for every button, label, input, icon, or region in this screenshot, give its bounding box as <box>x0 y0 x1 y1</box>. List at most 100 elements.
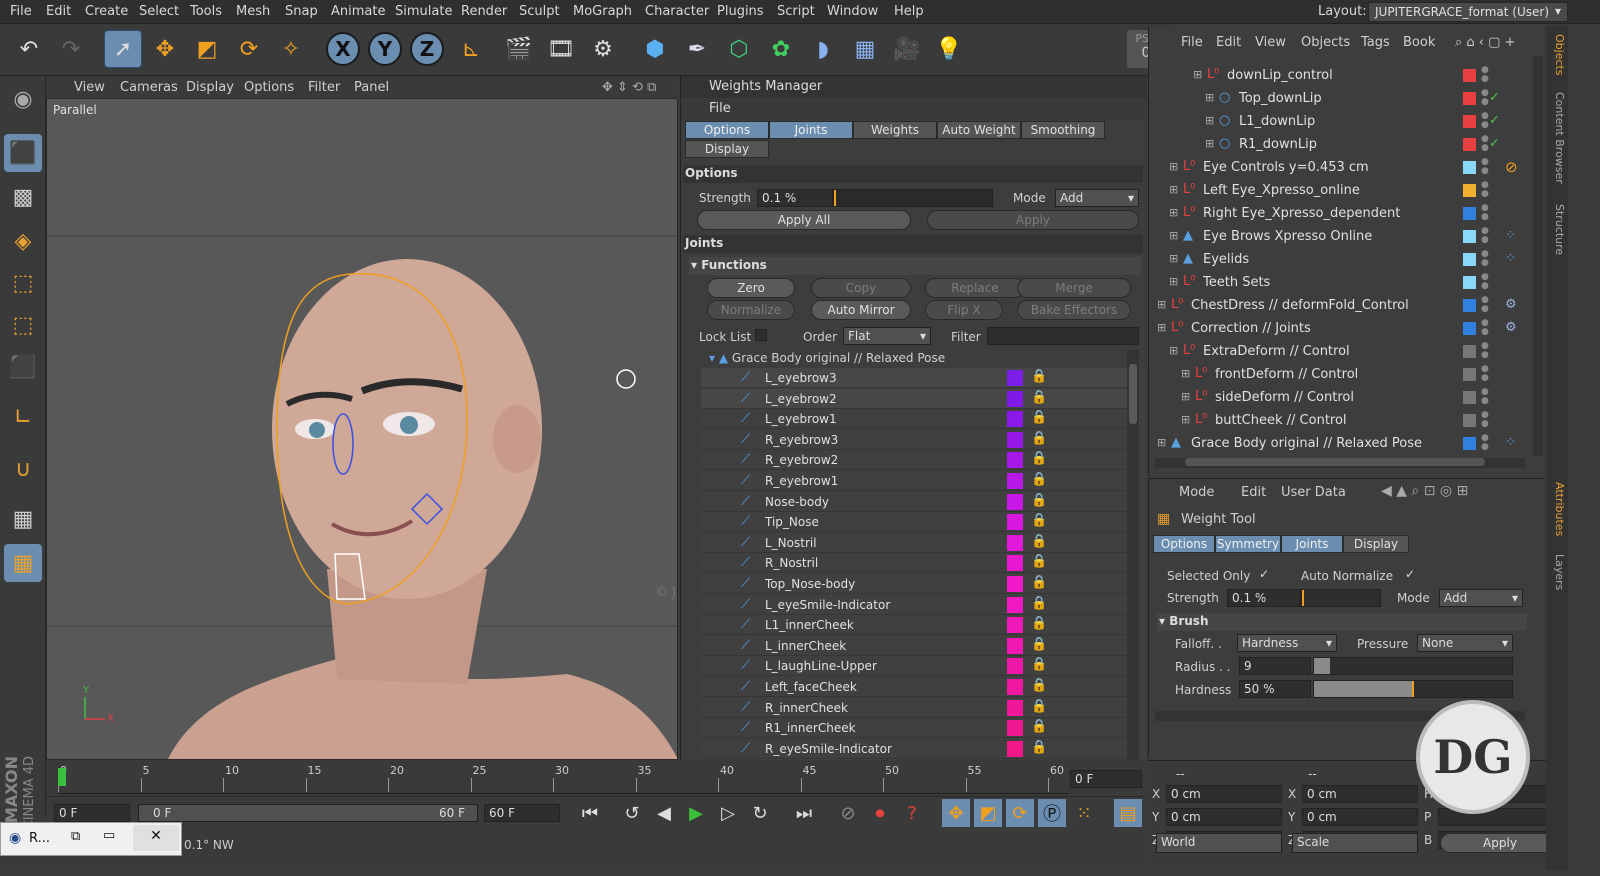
layer-color-swatch[interactable] <box>1463 391 1476 404</box>
joint-color-swatch[interactable] <box>1007 370 1023 386</box>
object-row[interactable]: ⊞ L⁰ ExtraDeform // Control ● ● <box>1149 340 1521 363</box>
layer-color-swatch[interactable] <box>1463 299 1476 312</box>
joint-row[interactable]: ⟋ R_eyebrow1 🔒 <box>701 471 1127 491</box>
axis-mode-icon[interactable]: ∟ <box>4 398 42 436</box>
am-strength-field[interactable]: 0.1 % <box>1227 589 1301 607</box>
joints-tree-root[interactable]: ▾ ▲ Grace Body original // Relaxed Pose <box>709 351 945 365</box>
object-list-scrollbar[interactable] <box>1533 56 1543 456</box>
search-icon[interactable]: ⌕ ⌂ ‹ ▢ + <box>1455 35 1515 50</box>
object-row[interactable]: ⊞ L⁰ Eye Controls y=0.453 cm ● ● ⊘ <box>1149 156 1521 179</box>
visibility-dots-icon[interactable]: ● ● <box>1481 342 1489 360</box>
menu-file[interactable]: File <box>10 4 32 19</box>
menu-help[interactable]: Help <box>894 4 924 19</box>
model-mode-icon[interactable]: ⬛ <box>4 134 42 172</box>
viewport-menu-panel[interactable]: Panel <box>354 80 389 95</box>
lock-icon[interactable]: 🔒 <box>1031 719 1047 734</box>
y-axis-toggle[interactable]: Y <box>368 32 402 66</box>
expand-icon[interactable]: ⊞ <box>1169 160 1178 173</box>
tab-auto-weight[interactable]: Auto Weight <box>937 121 1021 139</box>
pressure-select[interactable]: None ▾ <box>1417 634 1513 652</box>
range-slider[interactable]: 0 F 60 F <box>138 804 478 822</box>
camera-icon[interactable]: 🎥 <box>888 30 926 68</box>
auto-mirror-button[interactable]: Auto Mirror <box>811 300 911 320</box>
object-row[interactable]: ⊞ ▲ Eyelids ● ● ⁘ <box>1149 248 1521 271</box>
hscrollbar-thumb[interactable] <box>1185 458 1485 466</box>
spline-pen-icon[interactable]: ✒ <box>678 30 716 68</box>
end-frame-field[interactable]: 60 F <box>484 804 560 822</box>
key-parameter-icon[interactable]: Ⓟ <box>1038 799 1066 827</box>
joint-color-swatch[interactable] <box>1007 534 1023 551</box>
menu-snap[interactable]: Snap <box>285 4 318 19</box>
lock-workplane-icon[interactable]: ▦ <box>4 500 42 538</box>
previous-key-icon[interactable]: ↺ <box>618 799 646 827</box>
joint-color-swatch[interactable] <box>1007 390 1023 407</box>
visibility-dots-icon[interactable]: ● ● <box>1481 273 1489 291</box>
expand-icon[interactable]: ⊞ <box>1205 114 1214 127</box>
joint-color-swatch[interactable] <box>1007 473 1023 489</box>
key-rotation-icon[interactable]: ⟳ <box>1006 799 1034 827</box>
zero-button[interactable]: Zero <box>707 278 795 298</box>
mode-select[interactable]: Add ▾ <box>1055 189 1139 207</box>
timeline-ruler[interactable]: 051015202530354045505560 <box>58 764 1068 794</box>
flip-x-button[interactable]: Flip X <box>925 300 1003 320</box>
joint-color-swatch[interactable] <box>1007 740 1023 757</box>
coords-apply-button[interactable]: Apply <box>1440 833 1560 853</box>
joint-row[interactable]: ⟋ R_eyebrow2 🔒 <box>701 450 1127 471</box>
visibility-dots-icon[interactable]: ● ● <box>1481 434 1489 452</box>
visibility-dots-icon[interactable]: ● ● <box>1481 204 1489 222</box>
menu-render[interactable]: Render <box>461 4 507 19</box>
joint-color-swatch[interactable] <box>1007 637 1023 654</box>
coord-size-field[interactable]: 0 cm <box>1302 785 1418 803</box>
joint-row[interactable]: ⟋ Left_faceCheek 🔒 <box>701 677 1127 697</box>
expand-icon[interactable]: ⊞ <box>1157 436 1166 449</box>
planar-workplane-icon[interactable]: ▦ <box>4 544 42 582</box>
key-scale-icon[interactable]: ◩ <box>974 799 1002 827</box>
layer-color-swatch[interactable] <box>1463 69 1476 82</box>
object-row[interactable]: ⊞ ○ L1_downLip ● ● ✓ <box>1149 110 1521 133</box>
lock-icon[interactable]: 🔒 <box>1031 657 1047 672</box>
vtab-structure[interactable]: Structure <box>1548 204 1566 255</box>
scale-select[interactable]: Scale <box>1292 833 1418 853</box>
viewport[interactable]: Parallel Y X © JUPITERGRACE.DEVIANTART.C… <box>46 98 678 760</box>
lock-icon[interactable]: 🔒 <box>1031 472 1047 487</box>
move-icon[interactable]: ✥ <box>146 30 184 68</box>
layer-color-swatch[interactable] <box>1463 115 1476 128</box>
object-row[interactable]: ⊞ ○ Top_downLip ● ● ✓ <box>1149 87 1521 110</box>
lock-icon[interactable]: 🔒 <box>1031 616 1047 631</box>
order-select[interactable]: Flat ▾ <box>843 327 931 345</box>
timeline-window-icon[interactable]: ▤ <box>1114 799 1142 827</box>
am-tab-options[interactable]: Options <box>1153 535 1215 553</box>
joint-row[interactable]: ⟋ Nose-body 🔒 <box>701 492 1127 512</box>
lock-icon[interactable]: 🔒 <box>1031 369 1047 384</box>
apply-button[interactable]: Apply <box>927 210 1139 230</box>
joints-scrollbar-thumb[interactable] <box>1129 364 1137 424</box>
next-key-icon[interactable]: ↻ <box>746 799 774 827</box>
expand-icon[interactable]: ⊞ <box>1193 68 1202 81</box>
viewport-menu-view[interactable]: View <box>74 80 105 95</box>
previous-frame-icon[interactable]: ◀ <box>650 799 678 827</box>
layer-color-swatch[interactable] <box>1463 230 1476 243</box>
disabled-tag-icon[interactable]: ⊘ <box>1505 158 1518 176</box>
visibility-dots-icon[interactable]: ● ● <box>1481 181 1489 199</box>
layer-color-swatch[interactable] <box>1463 368 1476 381</box>
world-select[interactable]: World <box>1156 833 1282 853</box>
am-mode-select[interactable]: Add ▾ <box>1439 589 1523 607</box>
expand-icon[interactable]: ⊞ <box>1169 229 1178 242</box>
layer-color-swatch[interactable] <box>1463 414 1476 427</box>
joint-row[interactable]: ⟋ L_eyebrow1 🔒 <box>701 409 1127 430</box>
motion-record-icon[interactable]: ⊘ <box>834 799 862 827</box>
expand-icon[interactable]: ⊞ <box>1169 206 1178 219</box>
vtab-attributes[interactable]: Attributes <box>1548 482 1566 536</box>
expand-icon[interactable]: ⊞ <box>1169 183 1178 196</box>
visibility-dots-icon[interactable]: ● ● <box>1481 250 1489 268</box>
snap-icon[interactable]: ∪ <box>4 450 42 488</box>
tab-display[interactable]: Display <box>685 140 769 158</box>
maximize-icon[interactable]: ▭ <box>103 828 115 843</box>
menu-script[interactable]: Script <box>777 4 815 19</box>
lock-icon[interactable]: 🔒 <box>1031 493 1047 508</box>
play-icon[interactable]: ▶ <box>682 799 710 827</box>
am-menu-mode[interactable]: Mode <box>1179 485 1214 500</box>
visibility-dots-icon[interactable]: ● ● <box>1481 227 1489 245</box>
joint-row[interactable]: ⟋ L_eyeSmile-Indicator 🔒 <box>701 595 1127 615</box>
expand-icon[interactable]: ⊞ <box>1157 321 1166 334</box>
